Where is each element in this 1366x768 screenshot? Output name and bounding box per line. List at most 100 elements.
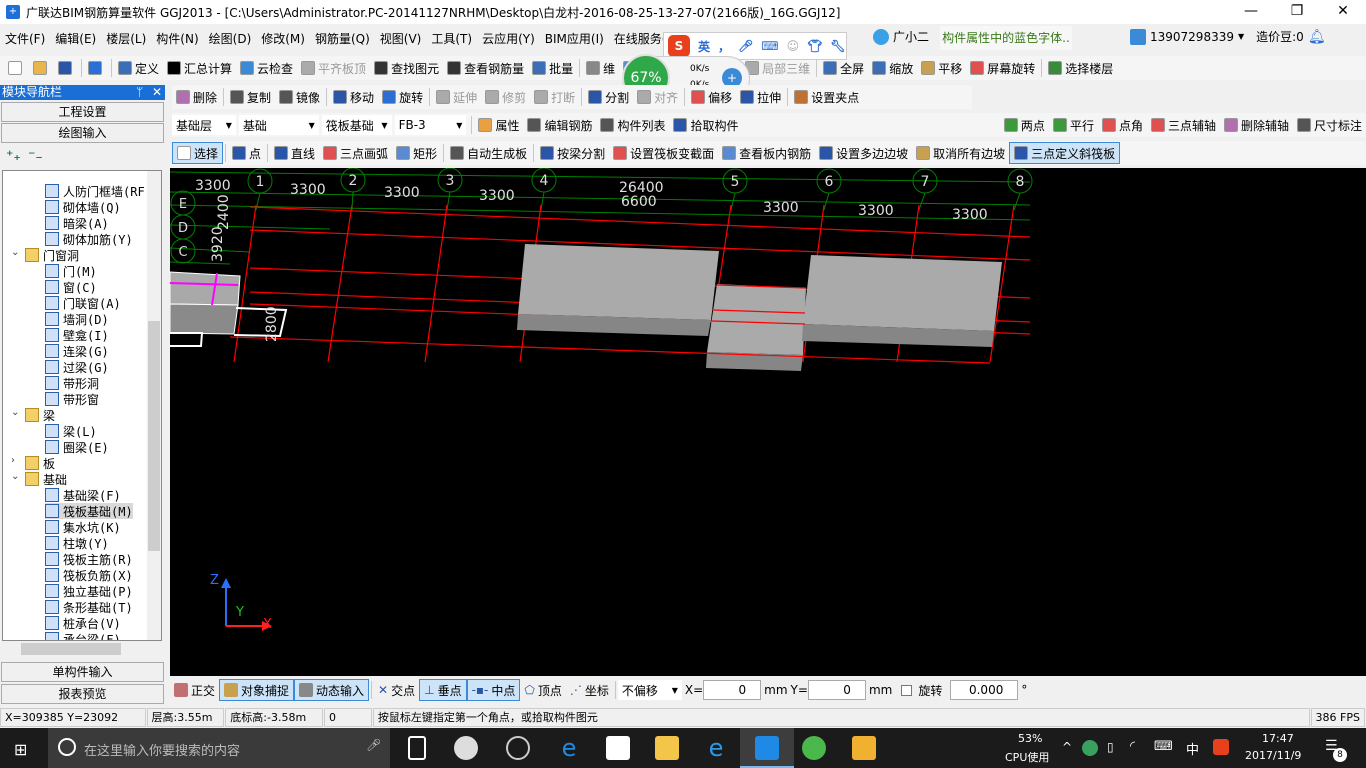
stretch-button[interactable]: 拉伸 (736, 86, 785, 108)
variable-section-button[interactable]: 设置筏板变截面 (609, 142, 718, 164)
task-view-icon[interactable] (408, 736, 426, 760)
ie-icon[interactable]: e (704, 736, 728, 760)
split-by-beam-button[interactable]: 按梁分割 (536, 142, 609, 164)
menu-item[interactable]: BIM应用(I) (540, 30, 609, 47)
taskbar-ggj-app[interactable] (740, 728, 794, 768)
vertex-snap[interactable]: ⬠ 顶点 (520, 679, 565, 701)
project-settings-button[interactable]: 工程设置 (1, 102, 164, 122)
tree-item[interactable]: 集水坑(K) (45, 519, 121, 535)
open-folder-button[interactable] (29, 57, 54, 79)
slab-c[interactable] (802, 255, 1002, 347)
tray-app-icon[interactable] (1082, 740, 1098, 756)
tree-item[interactable]: 人防门框墙(RF (45, 183, 145, 199)
cancel-slope-button[interactable]: 取消所有边坡 (912, 142, 1009, 164)
tree-vscrollbar[interactable] (147, 171, 161, 640)
tree-item[interactable]: 桩承台(V) (45, 615, 121, 631)
slab-b[interactable] (706, 284, 806, 371)
tree-item[interactable]: 柱墩(Y) (45, 535, 109, 551)
keyboard-icon[interactable]: ⌨ (761, 39, 778, 53)
tree-folder[interactable]: 基础 (25, 471, 67, 487)
rotate-button[interactable]: 旋转 (378, 86, 427, 108)
midpoint-snap[interactable]: -▪- 中点 (466, 679, 521, 701)
user-ime-icon[interactable]: ☺ (787, 39, 800, 53)
tree-folder[interactable]: 板 (25, 455, 55, 471)
bell-icon[interactable]: 🔔︎ (1308, 29, 1326, 45)
dimension-button[interactable]: 尺寸标注 (1293, 114, 1366, 136)
tree-item[interactable]: 窗(C) (45, 279, 97, 295)
drawing-canvas[interactable]: 1 2 3 4 5 6 7 8EDC 3300 3300 3300 3300 264006600 330… (170, 168, 1366, 676)
windows-start-icon[interactable]: ⊞ (14, 740, 27, 759)
edge-icon[interactable]: e (557, 736, 581, 760)
menu-item[interactable]: 楼层(L) (101, 30, 151, 47)
ortho-toggle[interactable]: 正交 (170, 679, 219, 701)
sigma-button[interactable]: 汇总计算 (163, 57, 236, 79)
dynamic-input-toggle[interactable]: 动态输入 (294, 679, 370, 701)
copy-button[interactable]: 复制 (226, 86, 275, 108)
cursor-button[interactable]: 选择 (172, 142, 224, 164)
rotate-checkbox[interactable] (901, 684, 913, 696)
tree-item[interactable]: 壁龛(I) (45, 327, 109, 343)
type-select[interactable]: 筏板基础 ▼ (321, 115, 392, 135)
tree-item[interactable]: 暗梁(A) (45, 215, 109, 231)
menu-item[interactable]: 文件(F) (0, 30, 50, 47)
sloped-raft-button[interactable]: 三点定义斜筏板 (1009, 142, 1121, 164)
store-icon[interactable] (606, 736, 630, 760)
report-preview-button[interactable]: 报表预览 (1, 684, 164, 704)
tree-folder[interactable]: 梁 (25, 407, 55, 423)
rotate-angle-input[interactable]: 0.000 (950, 680, 1019, 700)
component-name-select[interactable]: FB-3 ▼ (394, 115, 467, 135)
arc-button[interactable]: 三点画弧 (319, 142, 392, 164)
tray-network-status-icon[interactable]: ▯ (1107, 740, 1114, 754)
tree-item[interactable]: 砌体加筋(Y) (45, 231, 133, 247)
assistant-link[interactable]: 广小二 (893, 28, 929, 45)
new-file-button[interactable] (4, 57, 29, 79)
three-point-axis-button[interactable]: 三点辅轴 (1147, 114, 1220, 136)
menu-item[interactable]: 钢筋量(Q) (310, 30, 375, 47)
intersection-snap[interactable]: ✕ 交点 (374, 679, 419, 701)
view-slab-rebar-button[interactable]: 查看板内钢筋 (718, 142, 815, 164)
break-button[interactable]: 打断 (530, 86, 579, 108)
wifi-icon[interactable]: ◜ (1130, 739, 1135, 754)
batch-button[interactable]: 批量 (528, 57, 577, 79)
point-angle-button[interactable]: 点角 (1098, 114, 1147, 136)
menu-item[interactable]: 视图(V) (375, 30, 427, 47)
fullscreen-button[interactable]: 全屏 (819, 57, 868, 79)
rectangle-button[interactable]: 矩形 (392, 142, 441, 164)
cloud-check-button[interactable]: 云检查 (236, 57, 297, 79)
menu-item[interactable]: 工具(T) (426, 30, 477, 47)
clock-date[interactable]: 2017/11/9 (1245, 749, 1301, 762)
menu-item[interactable]: 构件(N) (151, 30, 203, 47)
offset-button[interactable]: 偏移 (687, 86, 736, 108)
zoom-button[interactable]: 缩放 (868, 57, 917, 79)
multi-slope-button[interactable]: 设置多边边坡 (815, 142, 912, 164)
tip-link[interactable]: 构件属性中的蓝色字体.. (940, 26, 1072, 50)
tree-item[interactable]: 条形基础(T) (45, 599, 133, 615)
align-button[interactable]: 对齐 (633, 86, 682, 108)
x-offset-input[interactable]: 0 (703, 680, 762, 700)
3d-button[interactable]: 维 (582, 57, 619, 79)
local-3d-button[interactable]: 局部三维 (741, 57, 814, 79)
y-offset-input[interactable]: 0 (807, 680, 866, 700)
tree-item[interactable]: 基础梁(F) (45, 487, 121, 503)
tree-item[interactable]: 筏板主筋(R) (45, 551, 133, 567)
floor-select[interactable]: 基础层 ▼ (172, 115, 236, 135)
expand-all-icon[interactable]: ⁺₊ (6, 148, 21, 164)
offset-mode-select[interactable]: 不偏移 ▼ (617, 680, 682, 700)
account-dropdown[interactable]: 13907298339 (1150, 30, 1234, 44)
mirror-button[interactable]: 镜像 (275, 86, 324, 108)
app-bell-icon[interactable] (506, 736, 530, 760)
tree-item[interactable]: 墙洞(D) (45, 311, 109, 327)
define-button[interactable]: 定义 (114, 57, 163, 79)
tree-item[interactable]: 筏板负筋(X) (45, 567, 133, 583)
maximize-button[interactable]: ❐ (1274, 0, 1320, 24)
skin-icon[interactable]: 👕︎ (807, 39, 822, 53)
delete-axis-button[interactable]: 删除辅轴 (1220, 114, 1293, 136)
menu-item[interactable]: 绘图(D) (204, 30, 257, 47)
chevron-down-icon[interactable]: ⌄ (11, 247, 19, 258)
notes-app-icon[interactable] (852, 736, 876, 760)
edit-rebar-button[interactable]: 编辑钢筋 (523, 114, 596, 136)
pan-button[interactable]: 平移 (917, 57, 966, 79)
line-button[interactable]: 直线 (270, 142, 319, 164)
rebar-view-button[interactable]: 查看钢筋量 (443, 57, 528, 79)
tree-vscroll-thumb[interactable] (148, 321, 160, 551)
